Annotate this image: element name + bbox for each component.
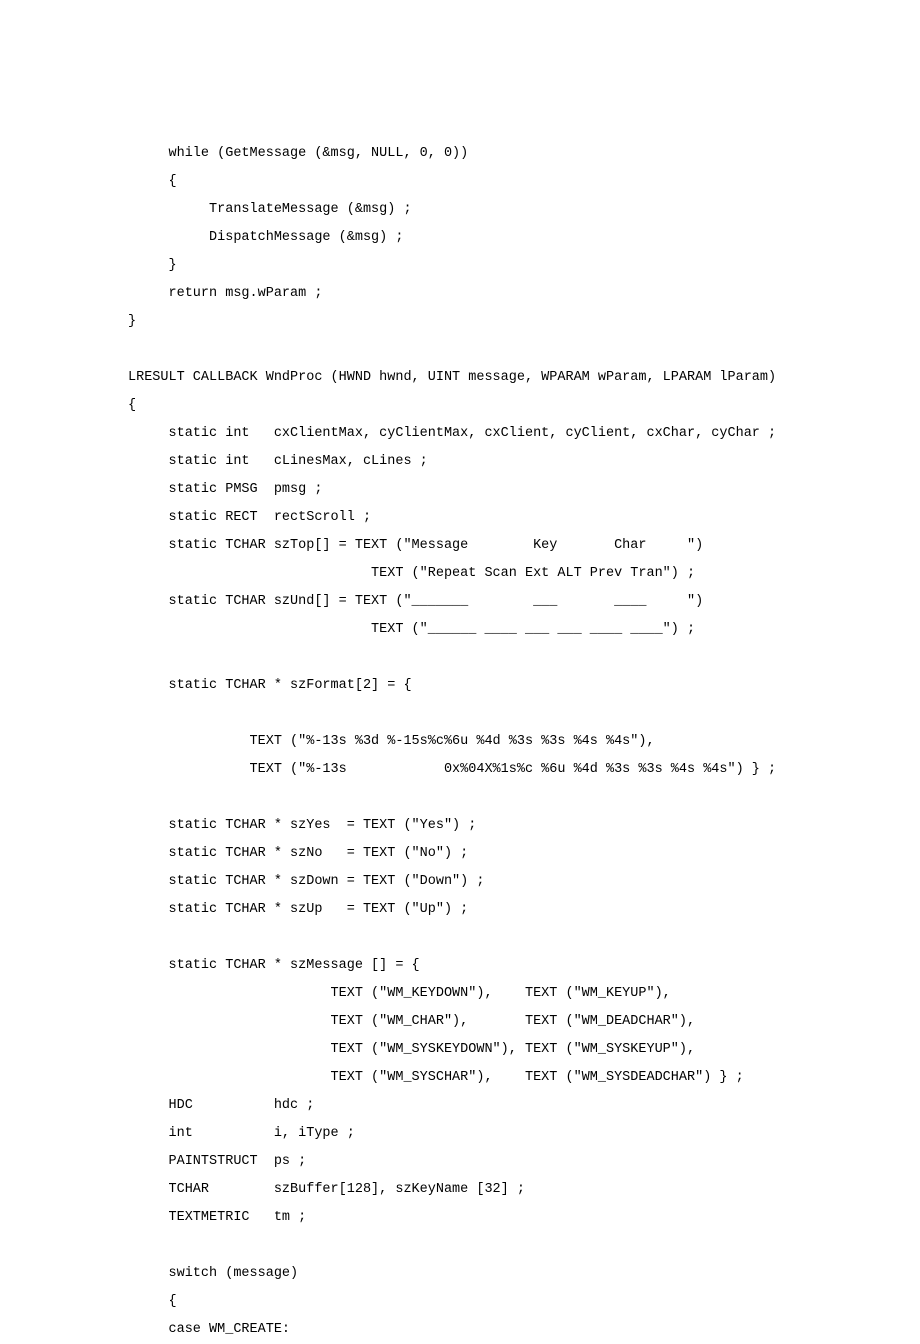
code-block: while (GetMessage (&msg, NULL, 0, 0)) { … bbox=[0, 140, 920, 1344]
